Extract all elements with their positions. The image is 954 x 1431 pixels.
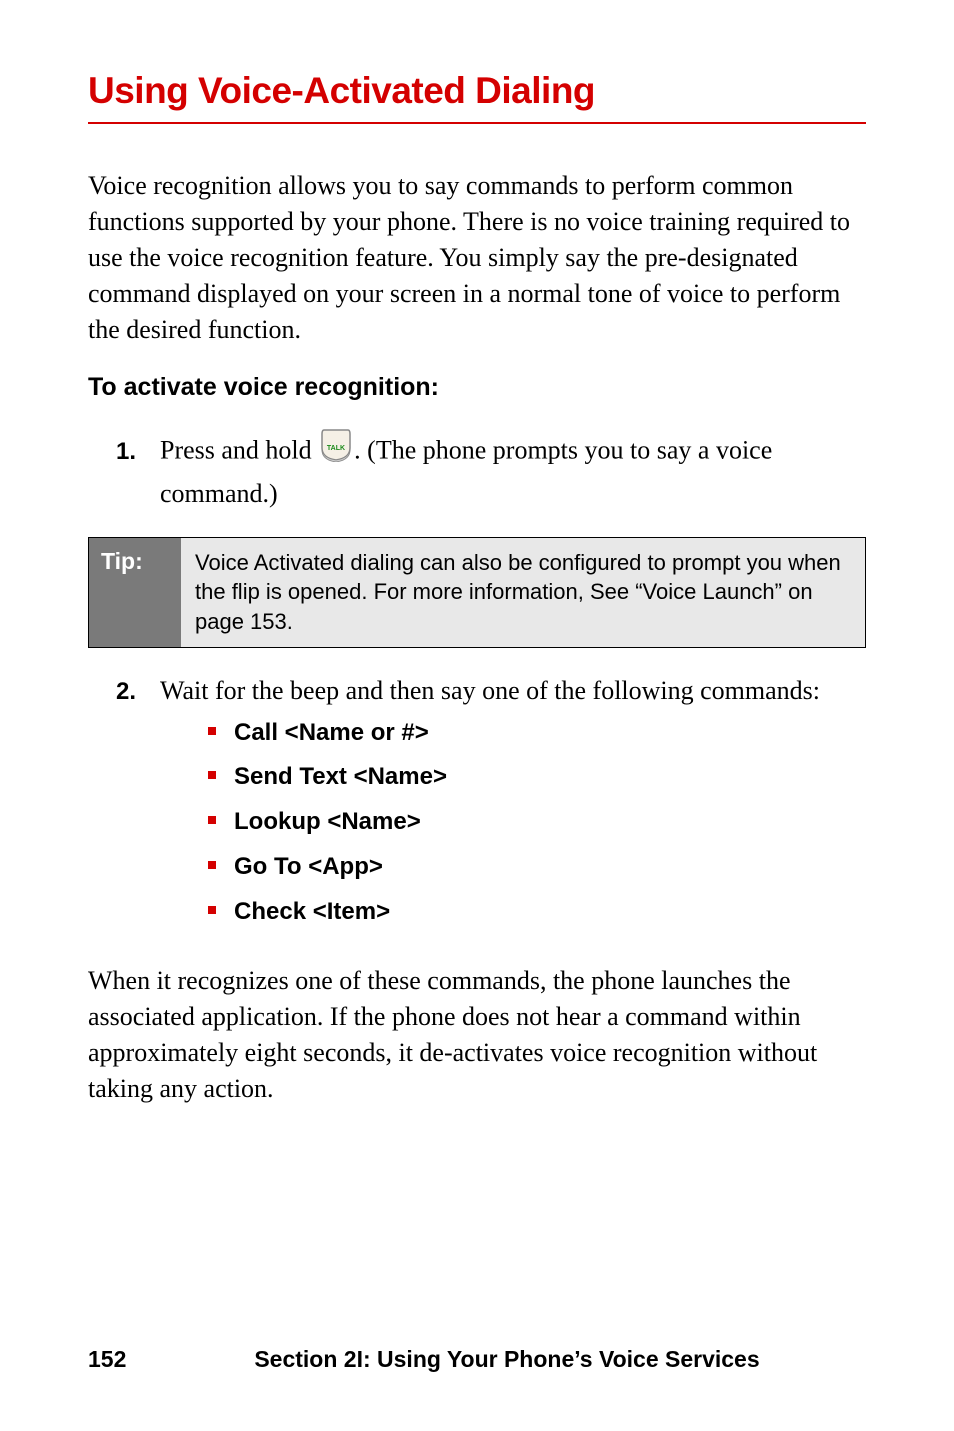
list-item: Check <Item>: [208, 895, 866, 930]
talk-key-icon: TALK: [318, 428, 354, 473]
list-item: Send Text <Name>: [208, 760, 866, 795]
closing-paragraph: When it recognizes one of these commands…: [88, 963, 866, 1107]
key-label-text: TALK: [327, 445, 345, 452]
tip-label: Tip:: [89, 538, 181, 647]
step-text: Press and hold TALK . (The phone prompts…: [160, 430, 866, 512]
intro-paragraph: Voice recognition allows you to say comm…: [88, 168, 866, 347]
step-2: 2. Wait for the beep and then say one of…: [116, 672, 866, 940]
step1-before: Press and hold: [160, 436, 318, 465]
document-page: Using Voice-Activated Dialing Voice reco…: [0, 0, 954, 1147]
subheading: To activate voice recognition:: [88, 373, 866, 402]
list-item: Lookup <Name>: [208, 805, 866, 840]
tip-content: Voice Activated dialing can also be conf…: [181, 538, 865, 647]
command-list: Call <Name or #> Send Text <Name> Lookup…: [208, 716, 866, 930]
step2-text: Wait for the beep and then say one of th…: [160, 676, 820, 705]
list-item: Go To <App>: [208, 850, 866, 885]
list-item: Call <Name or #>: [208, 716, 866, 751]
step-number: 2.: [116, 678, 160, 706]
step-1: 1. Press and hold TALK . (The phone prom…: [116, 430, 866, 512]
page-footer: 152 Section 2I: Using Your Phone’s Voice…: [0, 1346, 954, 1373]
tip-box: Tip: Voice Activated dialing can also be…: [88, 537, 866, 648]
page-number: 152: [88, 1346, 148, 1373]
page-title: Using Voice-Activated Dialing: [88, 70, 866, 124]
step-number: 1.: [116, 438, 160, 466]
section-label: Section 2I: Using Your Phone’s Voice Ser…: [148, 1346, 866, 1373]
step-text: Wait for the beep and then say one of th…: [160, 672, 866, 940]
